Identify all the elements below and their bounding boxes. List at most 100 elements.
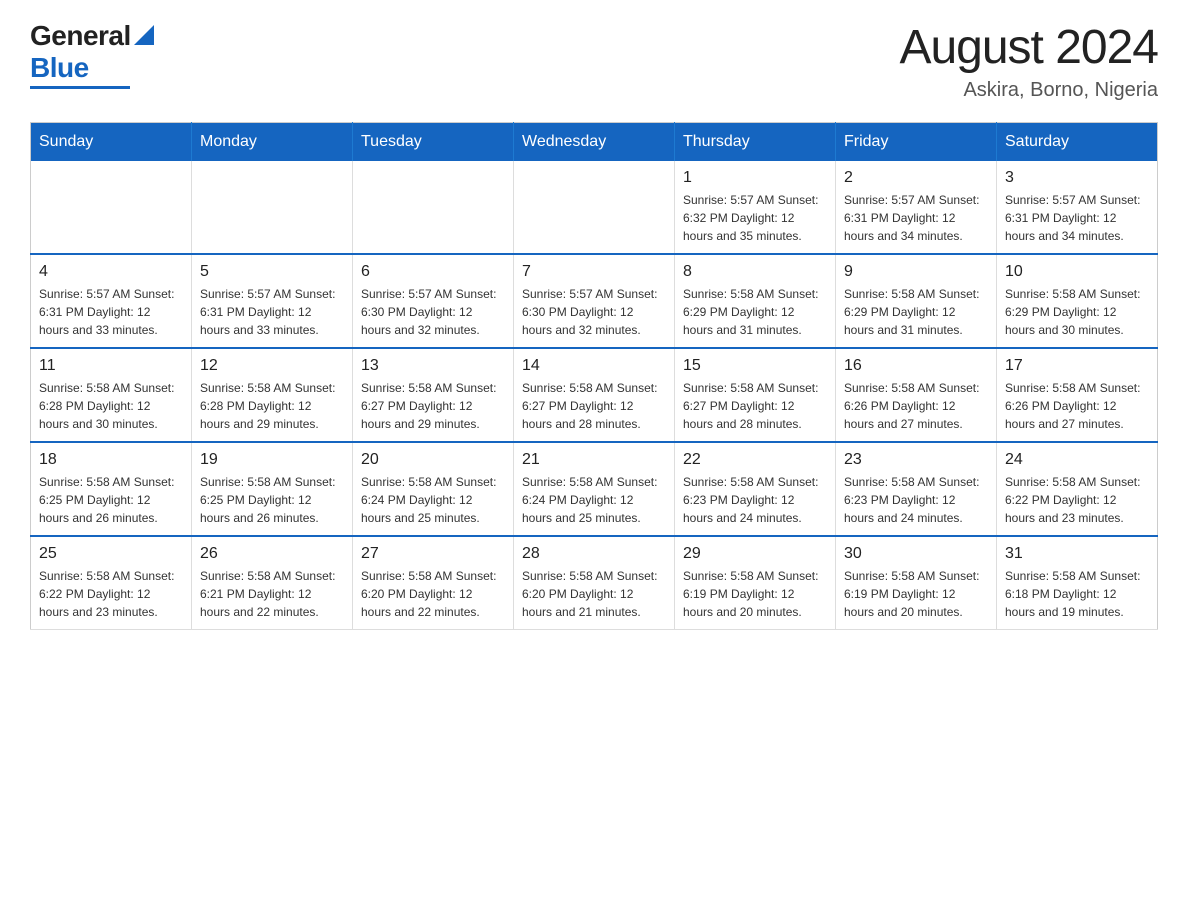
day-number: 13 xyxy=(361,357,505,375)
day-number: 18 xyxy=(39,451,183,469)
day-number: 16 xyxy=(844,357,988,375)
calendar-cell: 7 Sunrise: 5:57 AM Sunset: 6:30 PM Daylig… xyxy=(514,254,675,348)
logo: General Blue xyxy=(30,20,154,89)
day-number: 14 xyxy=(522,357,666,375)
calendar-header-sunday: Sunday xyxy=(31,123,192,162)
calendar-cell: 3 Sunrise: 5:57 AM Sunset: 6:31 PM Daylig… xyxy=(997,161,1158,254)
day-number: 26 xyxy=(200,545,344,563)
day-number: 20 xyxy=(361,451,505,469)
day-number: 29 xyxy=(683,545,827,563)
day-number: 2 xyxy=(844,169,988,187)
calendar-header-thursday: Thursday xyxy=(675,123,836,162)
day-number: 27 xyxy=(361,545,505,563)
calendar-cell: 22 Sunrise: 5:58 AM Sunset: 6:23 PM Dayli… xyxy=(675,442,836,536)
calendar-week-1: 1Sunrise: 5:57 AM Sunset: 6:32 PM Daylig… xyxy=(31,161,1158,254)
day-number: 8 xyxy=(683,263,827,281)
page-header: General Blue August 2024 Askira, Borno, … xyxy=(30,20,1158,102)
day-info: Sunrise: 5:58 AM Sunset: 6:19 PM Dayligh… xyxy=(683,567,827,621)
day-number: 21 xyxy=(522,451,666,469)
day-number: 10 xyxy=(1005,263,1149,281)
calendar-cell: 4 Sunrise: 5:57 AM Sunset: 6:31 PM Daylig… xyxy=(31,254,192,348)
calendar-header-monday: Monday xyxy=(192,123,353,162)
day-info: Sunrise: 5:57 AM Sunset: 6:32 PM Dayligh… xyxy=(683,191,827,245)
calendar-week-3: 11Sunrise: 5:58 AM Sunset: 6:28 PM Dayli… xyxy=(31,348,1158,442)
calendar-cell xyxy=(514,161,675,254)
day-number: 3 xyxy=(1005,169,1149,187)
calendar-header-row: SundayMondayTuesdayWednesdayThursdayFrid… xyxy=(31,123,1158,162)
calendar-cell xyxy=(31,161,192,254)
day-info: Sunrise: 5:58 AM Sunset: 6:20 PM Dayligh… xyxy=(522,567,666,621)
page-title: August 2024 xyxy=(899,20,1158,75)
logo-blue-text: Blue xyxy=(30,52,89,84)
calendar-week-5: 25 Sunrise: 5:58 AM Sunset: 6:22 PM Dayli… xyxy=(31,536,1158,630)
calendar-cell: 6 Sunrise: 5:57 AM Sunset: 6:30 PM Daylig… xyxy=(353,254,514,348)
calendar-cell: 14 Sunrise: 5:58 AM Sunset: 6:27 PM Dayli… xyxy=(514,348,675,442)
calendar-table: SundayMondayTuesdayWednesdayThursdayFrid… xyxy=(30,122,1158,630)
calendar-cell: 24Sunrise: 5:58 AM Sunset: 6:22 PM Dayli… xyxy=(997,442,1158,536)
day-number: 5 xyxy=(200,263,344,281)
title-section: August 2024 Askira, Borno, Nigeria xyxy=(899,20,1158,102)
calendar-cell: 31 Sunrise: 5:58 AM Sunset: 6:18 PM Dayli… xyxy=(997,536,1158,630)
day-info: Sunrise: 5:58 AM Sunset: 6:21 PM Dayligh… xyxy=(200,567,344,621)
day-info: Sunrise: 5:57 AM Sunset: 6:31 PM Dayligh… xyxy=(1005,191,1149,245)
day-number: 24 xyxy=(1005,451,1149,469)
logo-triangle-icon xyxy=(134,25,154,45)
calendar-cell: 8Sunrise: 5:58 AM Sunset: 6:29 PM Daylig… xyxy=(675,254,836,348)
day-info: Sunrise: 5:58 AM Sunset: 6:23 PM Dayligh… xyxy=(683,473,827,527)
calendar-cell: 18Sunrise: 5:58 AM Sunset: 6:25 PM Dayli… xyxy=(31,442,192,536)
day-number: 12 xyxy=(200,357,344,375)
day-info: Sunrise: 5:58 AM Sunset: 6:27 PM Dayligh… xyxy=(683,379,827,433)
day-info: Sunrise: 5:58 AM Sunset: 6:24 PM Dayligh… xyxy=(361,473,505,527)
day-info: Sunrise: 5:57 AM Sunset: 6:30 PM Dayligh… xyxy=(361,285,505,339)
day-info: Sunrise: 5:58 AM Sunset: 6:27 PM Dayligh… xyxy=(361,379,505,433)
day-info: Sunrise: 5:58 AM Sunset: 6:26 PM Dayligh… xyxy=(1005,379,1149,433)
calendar-cell: 16 Sunrise: 5:58 AM Sunset: 6:26 PM Dayli… xyxy=(836,348,997,442)
day-info: Sunrise: 5:58 AM Sunset: 6:22 PM Dayligh… xyxy=(39,567,183,621)
calendar-week-4: 18 Sunrise: 5:58 AM Sunset: 6:25 PM Dayli… xyxy=(31,442,1158,536)
day-info: Sunrise: 5:57 AM Sunset: 6:31 PM Dayligh… xyxy=(39,285,183,339)
day-info: Sunrise: 5:58 AM Sunset: 6:26 PM Dayligh… xyxy=(844,379,988,433)
calendar-cell: 28 Sunrise: 5:58 AM Sunset: 6:20 PM Dayli… xyxy=(514,536,675,630)
day-number: 15 xyxy=(683,357,827,375)
day-number: 19 xyxy=(200,451,344,469)
calendar-cell: 5Sunrise: 5:57 AM Sunset: 6:31 PM Daylig… xyxy=(192,254,353,348)
logo-general-text: General xyxy=(30,20,131,52)
calendar-cell: 30Sunrise: 5:58 AM Sunset: 6:19 PM Dayli… xyxy=(836,536,997,630)
day-info: Sunrise: 5:58 AM Sunset: 6:27 PM Dayligh… xyxy=(522,379,666,433)
day-number: 7 xyxy=(522,263,666,281)
day-info: Sunrise: 5:58 AM Sunset: 6:29 PM Dayligh… xyxy=(844,285,988,339)
day-number: 22 xyxy=(683,451,827,469)
day-info: Sunrise: 5:58 AM Sunset: 6:28 PM Dayligh… xyxy=(200,379,344,433)
day-info: Sunrise: 5:57 AM Sunset: 6:31 PM Dayligh… xyxy=(844,191,988,245)
day-info: Sunrise: 5:58 AM Sunset: 6:29 PM Dayligh… xyxy=(1005,285,1149,339)
calendar-cell: 27 Sunrise: 5:58 AM Sunset: 6:20 PM Dayli… xyxy=(353,536,514,630)
calendar-cell xyxy=(353,161,514,254)
calendar-week-2: 4 Sunrise: 5:57 AM Sunset: 6:31 PM Daylig… xyxy=(31,254,1158,348)
day-info: Sunrise: 5:58 AM Sunset: 6:20 PM Dayligh… xyxy=(361,567,505,621)
day-number: 28 xyxy=(522,545,666,563)
calendar-cell: 29 Sunrise: 5:58 AM Sunset: 6:19 PM Dayli… xyxy=(675,536,836,630)
day-info: Sunrise: 5:58 AM Sunset: 6:19 PM Dayligh… xyxy=(844,567,988,621)
calendar-cell: 12 Sunrise: 5:58 AM Sunset: 6:28 PM Dayli… xyxy=(192,348,353,442)
day-number: 31 xyxy=(1005,545,1149,563)
calendar-header-tuesday: Tuesday xyxy=(353,123,514,162)
calendar-cell: 11Sunrise: 5:58 AM Sunset: 6:28 PM Dayli… xyxy=(31,348,192,442)
calendar-cell: 15 Sunrise: 5:58 AM Sunset: 6:27 PM Dayli… xyxy=(675,348,836,442)
calendar-cell: 23Sunrise: 5:58 AM Sunset: 6:23 PM Dayli… xyxy=(836,442,997,536)
day-info: Sunrise: 5:58 AM Sunset: 6:24 PM Dayligh… xyxy=(522,473,666,527)
day-number: 4 xyxy=(39,263,183,281)
day-info: Sunrise: 5:58 AM Sunset: 6:18 PM Dayligh… xyxy=(1005,567,1149,621)
day-number: 17 xyxy=(1005,357,1149,375)
day-number: 9 xyxy=(844,263,988,281)
day-info: Sunrise: 5:58 AM Sunset: 6:28 PM Dayligh… xyxy=(39,379,183,433)
logo-underline xyxy=(30,86,130,89)
day-info: Sunrise: 5:57 AM Sunset: 6:30 PM Dayligh… xyxy=(522,285,666,339)
day-info: Sunrise: 5:58 AM Sunset: 6:25 PM Dayligh… xyxy=(200,473,344,527)
day-number: 6 xyxy=(361,263,505,281)
calendar-cell: 21 Sunrise: 5:58 AM Sunset: 6:24 PM Dayli… xyxy=(514,442,675,536)
calendar-cell: 26 Sunrise: 5:58 AM Sunset: 6:21 PM Dayli… xyxy=(192,536,353,630)
calendar-header-wednesday: Wednesday xyxy=(514,123,675,162)
day-info: Sunrise: 5:58 AM Sunset: 6:23 PM Dayligh… xyxy=(844,473,988,527)
calendar-cell: 9 Sunrise: 5:58 AM Sunset: 6:29 PM Daylig… xyxy=(836,254,997,348)
day-number: 25 xyxy=(39,545,183,563)
